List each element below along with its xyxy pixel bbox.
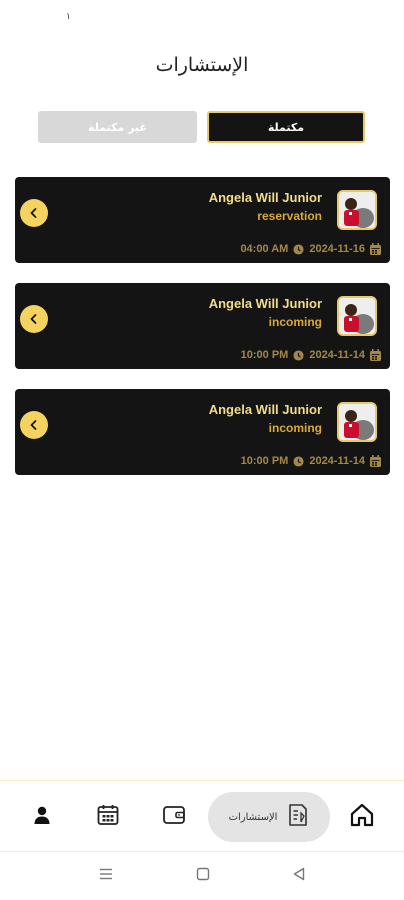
tab-completed[interactable]: مكتملة [207,111,365,143]
nav-calendar[interactable] [88,781,128,853]
patient-name: Angela Will Junior [208,402,322,417]
menu-lines-icon [98,867,114,886]
consultation-date: 2024-11-14 [309,455,365,467]
nav-wallet[interactable] [154,781,194,853]
consultation-meta: 10:00 PM 2024-11-14 [241,349,381,361]
clock-icon [293,455,304,467]
consultation-time: 04:00 AM [240,243,289,255]
tab-incomplete[interactable]: غير مكتملة [38,111,197,143]
status-bar-indicator: ۱ [66,12,71,22]
nav-consultations[interactable]: الإستشارات [208,792,330,842]
chevron-left-icon [28,416,40,435]
open-consultation-button[interactable] [20,305,48,333]
patient-name: Angela Will Junior [208,296,322,311]
calendar-icon [370,349,381,361]
home-icon [349,802,375,832]
patient-name: Angela Will Junior [208,190,322,205]
back-system-button[interactable] [291,866,307,886]
chevron-left-icon [28,310,40,329]
triangle-back-icon [291,867,307,886]
consultation-meta: 10:00 PM 2024-11-14 [241,455,381,467]
avatar [337,190,377,230]
nav-consultations-label: الإستشارات [228,811,278,823]
home-system-button[interactable] [195,866,211,886]
calendar-icon [370,243,381,255]
calendar-icon [96,803,120,831]
consultation-card[interactable]: Angela Will Junior incoming 10:00 PM 202… [15,389,390,475]
bottom-navigation: الإستشارات [0,780,404,852]
consultation-time: 10:00 PM [240,455,289,467]
chevron-left-icon [28,204,40,223]
nav-home[interactable] [342,781,382,853]
consultation-card[interactable]: Angela Will Junior reservation 04:00 AM … [15,177,390,263]
consultation-type: incoming [268,421,322,435]
open-consultation-button[interactable] [20,199,48,227]
avatar [337,402,377,442]
calendar-icon [370,455,381,467]
recent-apps-button[interactable] [98,866,114,886]
wallet-icon [162,804,186,830]
status-tabs: غير مكتملة مكتملة [38,111,366,143]
clock-icon [293,243,304,255]
consultation-date: 2024-11-16 [309,243,365,255]
square-icon [195,867,211,886]
clock-icon [293,349,304,361]
open-consultation-button[interactable] [20,411,48,439]
consultation-date: 2024-11-14 [309,349,365,361]
person-icon [32,805,52,829]
nav-profile[interactable] [22,781,62,853]
consultation-time: 10:00 PM [240,349,289,361]
system-navigation-bar [0,852,404,900]
page-title: الإستشارات [155,54,249,76]
consultation-type: incoming [268,315,322,329]
avatar [337,296,377,336]
document-icon [287,803,309,831]
consultation-type: reservation [257,209,322,223]
consultation-meta: 04:00 AM 2024-11-16 [240,243,381,255]
consultation-card[interactable]: Angela Will Junior incoming 10:00 PM 202… [15,283,390,369]
